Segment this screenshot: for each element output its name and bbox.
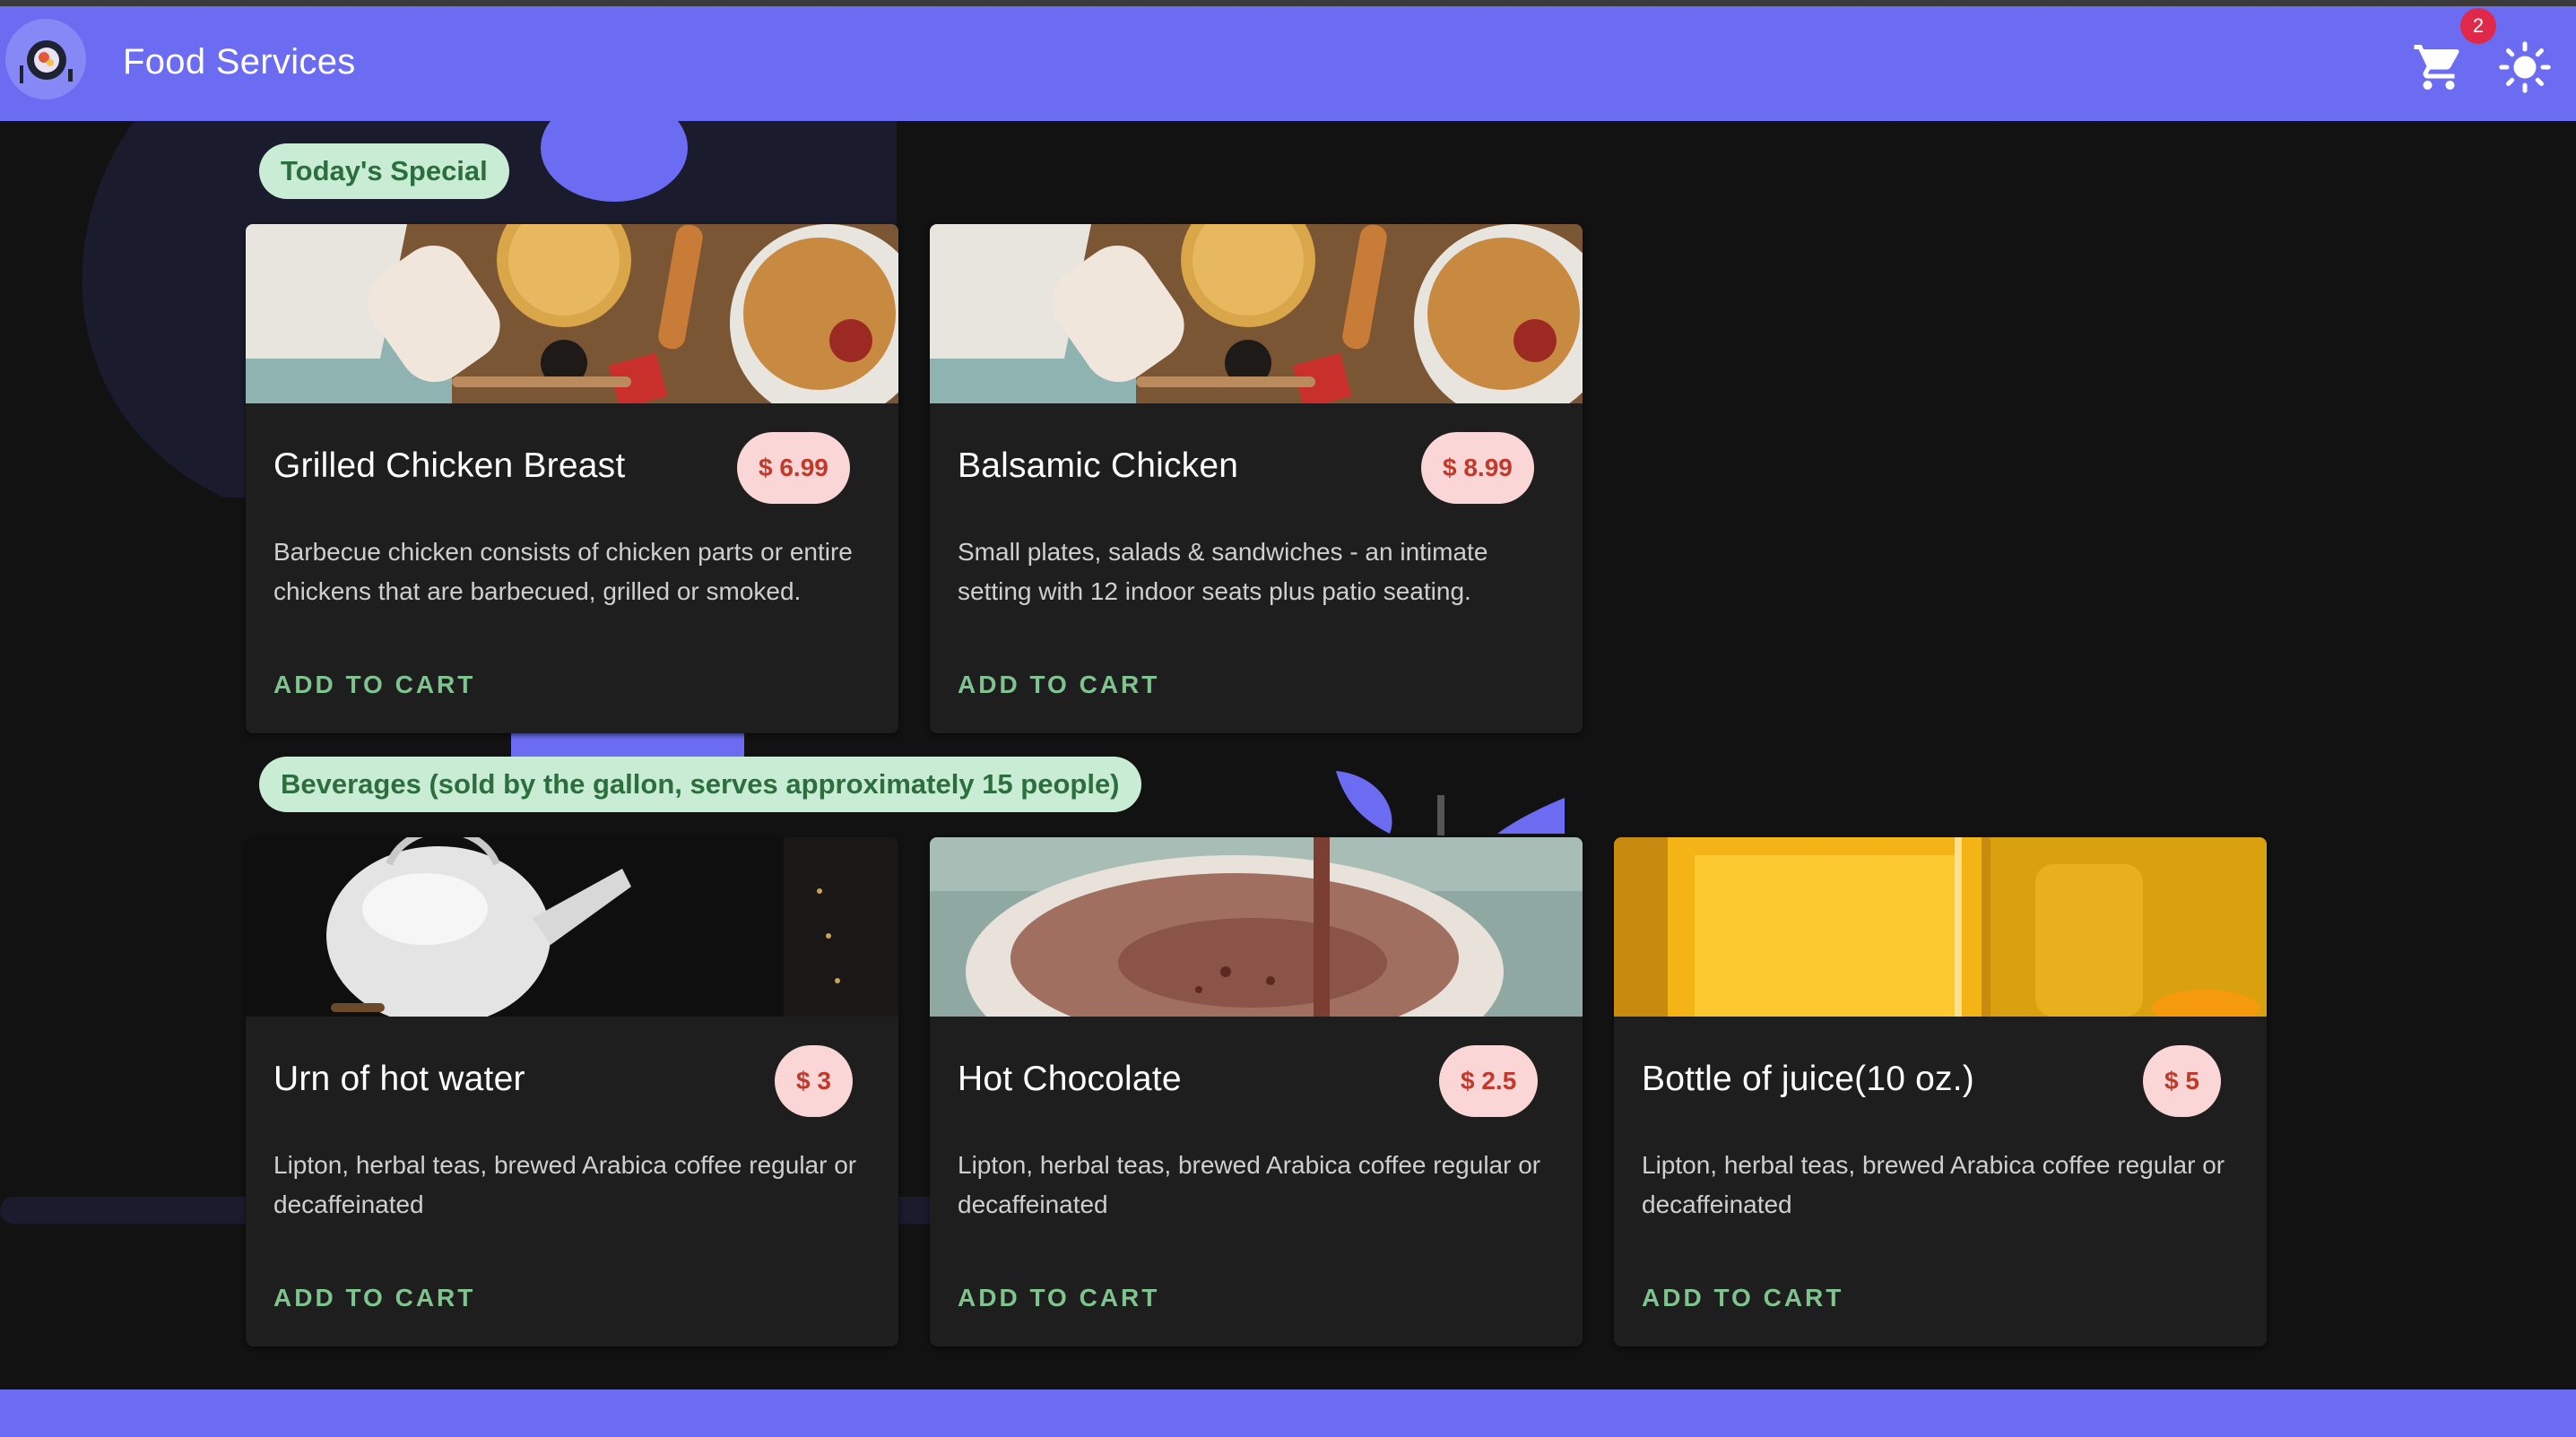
food-image	[246, 224, 898, 403]
app-bar: Food Services 2	[0, 6, 2576, 121]
price-chip: $ 6.99	[737, 432, 850, 504]
menu-card: Hot Chocolate $ 2.5 Lipton, herbal teas,…	[930, 837, 1583, 1346]
window-top-border	[0, 0, 2576, 6]
price-chip: $ 8.99	[1421, 432, 1534, 504]
menu-card: Grilled Chicken Breast $ 6.99 Barbecue c…	[246, 224, 898, 733]
add-to-cart-button[interactable]: ADD TO CART	[273, 671, 475, 699]
section-chip-todays-special: Today's Special	[259, 143, 509, 199]
cart-button[interactable]	[2412, 40, 2466, 94]
cart-count-badge: 2	[2460, 8, 2496, 44]
add-to-cart-button[interactable]: ADD TO CART	[273, 1284, 475, 1312]
theme-toggle-button[interactable]	[2498, 40, 2552, 94]
sun-icon	[2499, 41, 2551, 93]
add-to-cart-button[interactable]: ADD TO CART	[958, 671, 1159, 699]
add-to-cart-button[interactable]: ADD TO CART	[958, 1284, 1159, 1312]
section-chip-beverages: Beverages (sold by the gallon, serves ap…	[259, 757, 1141, 812]
app-logo[interactable]	[5, 19, 86, 100]
item-description: Barbecue chicken consists of chicken par…	[273, 538, 853, 605]
price-chip: $ 2.5	[1439, 1045, 1539, 1117]
price-chip: $ 5	[2143, 1045, 2221, 1117]
item-description: Lipton, herbal teas, brewed Arabica coff…	[958, 1151, 1541, 1218]
item-name: Urn of hot water	[273, 1060, 525, 1098]
item-description: Lipton, herbal teas, brewed Arabica coff…	[273, 1151, 857, 1218]
item-name: Balsamic Chicken	[958, 446, 1239, 485]
menu-card: Urn of hot water $ 3 Lipton, herbal teas…	[246, 837, 898, 1346]
menu-card: Bottle of juice(10 oz.) $ 5 Lipton, herb…	[1614, 837, 2267, 1346]
food-image	[930, 224, 1583, 403]
menu-card: Balsamic Chicken $ 8.99 Small plates, sa…	[930, 224, 1583, 733]
item-name: Hot Chocolate	[958, 1060, 1182, 1098]
item-name: Bottle of juice(10 oz.)	[1642, 1060, 1974, 1098]
item-description: Lipton, herbal teas, brewed Arabica coff…	[1642, 1151, 2225, 1218]
cart-icon	[2414, 45, 2459, 90]
beverage-image	[246, 837, 898, 1017]
plate-icon	[20, 40, 73, 83]
item-name: Grilled Chicken Breast	[273, 446, 626, 485]
add-to-cart-button[interactable]: ADD TO CART	[1642, 1284, 1843, 1312]
app-title: Food Services	[123, 42, 356, 82]
footer-bar	[0, 1389, 2576, 1437]
beverage-image	[1614, 837, 2267, 1017]
beverage-image	[930, 837, 1583, 1017]
item-description: Small plates, salads & sandwiches - an i…	[958, 538, 1488, 605]
price-chip: $ 3	[775, 1045, 853, 1117]
